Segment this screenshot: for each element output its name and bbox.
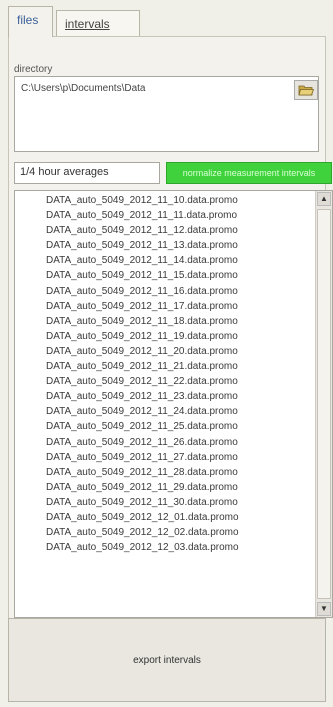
file-list-item[interactable]: DATA_auto_5049_2012_12_01.data.promo	[15, 510, 313, 525]
file-list-item[interactable]: DATA_auto_5049_2012_11_27.data.promo	[15, 450, 313, 465]
directory-label: directory	[14, 64, 53, 75]
file-list-item[interactable]: DATA_auto_5049_2012_11_12.data.promo	[15, 223, 313, 238]
scroll-down-icon[interactable]: ▼	[317, 602, 331, 616]
file-list-item[interactable]: DATA_auto_5049_2012_11_15.data.promo	[15, 268, 313, 283]
file-list-item[interactable]: DATA_auto_5049_2012_11_26.data.promo	[15, 435, 313, 450]
file-list-item[interactable]: DATA_auto_5049_2012_12_02.data.promo	[15, 525, 313, 540]
file-list-item[interactable]: DATA_auto_5049_2012_11_10.data.promo	[15, 193, 313, 208]
scroll-thumb[interactable]	[317, 209, 331, 599]
tab-files[interactable]: files	[8, 6, 53, 37]
file-list-item[interactable]: DATA_auto_5049_2012_11_24.data.promo	[15, 404, 313, 419]
file-list-item[interactable]: DATA_auto_5049_2012_11_13.data.promo	[15, 238, 313, 253]
file-list-item[interactable]: DATA_auto_5049_2012_12_03.data.promo	[15, 540, 313, 555]
file-list-item[interactable]: DATA_auto_5049_2012_11_25.data.promo	[15, 419, 313, 434]
normalize-button[interactable]: normalize measurement intervals	[166, 162, 332, 184]
tab-intervals[interactable]: intervals	[56, 10, 140, 36]
file-list-item[interactable]: DATA_auto_5049_2012_11_22.data.promo	[15, 374, 313, 389]
file-list-item[interactable]: DATA_auto_5049_2012_11_28.data.promo	[15, 465, 313, 480]
directory-path: C:\Users\p\Documents\Data	[21, 83, 146, 94]
tab-intervals-label: intervals	[65, 17, 110, 31]
file-list-item[interactable]: DATA_auto_5049_2012_11_17.data.promo	[15, 299, 313, 314]
file-list-item[interactable]: DATA_auto_5049_2012_11_21.data.promo	[15, 359, 313, 374]
file-list-item[interactable]: DATA_auto_5049_2012_11_29.data.promo	[15, 480, 313, 495]
browse-folder-button[interactable]	[294, 80, 318, 100]
tab-files-label: files	[17, 13, 39, 27]
average-interval-field[interactable]: 1/4 hour averages	[14, 162, 160, 184]
file-list-item[interactable]: DATA_auto_5049_2012_11_20.data.promo	[15, 344, 313, 359]
scroll-up-icon[interactable]: ▲	[317, 192, 331, 206]
file-list-item[interactable]: DATA_auto_5049_2012_11_18.data.promo	[15, 314, 313, 329]
file-list[interactable]: DATA_auto_5049_2012_11_10.data.promo DATA…	[14, 190, 333, 618]
file-list-scrollbar[interactable]: ▲ ▼	[315, 191, 332, 617]
file-list-item[interactable]: DATA_auto_5049_2012_11_14.data.promo	[15, 253, 313, 268]
file-list-item[interactable]: DATA_auto_5049_2012_11_11.data.promo	[15, 208, 313, 223]
tab-bar: files intervals	[8, 6, 326, 37]
file-list-item[interactable]: DATA_auto_5049_2012_11_19.data.promo	[15, 329, 313, 344]
export-intervals-button[interactable]: export intervals	[8, 618, 326, 702]
open-folder-icon	[298, 85, 314, 96]
file-list-item[interactable]: DATA_auto_5049_2012_11_16.data.promo	[15, 284, 313, 299]
file-list-item[interactable]: DATA_auto_5049_2012_11_30.data.promo	[15, 495, 313, 510]
file-list-item[interactable]: DATA_auto_5049_2012_11_23.data.promo	[15, 389, 313, 404]
directory-field[interactable]: C:\Users\p\Documents\Data	[14, 76, 319, 152]
average-row: 1/4 hour averages normalize measurement …	[14, 162, 332, 184]
file-list-rows: DATA_auto_5049_2012_11_10.data.promo DATA…	[15, 193, 313, 555]
